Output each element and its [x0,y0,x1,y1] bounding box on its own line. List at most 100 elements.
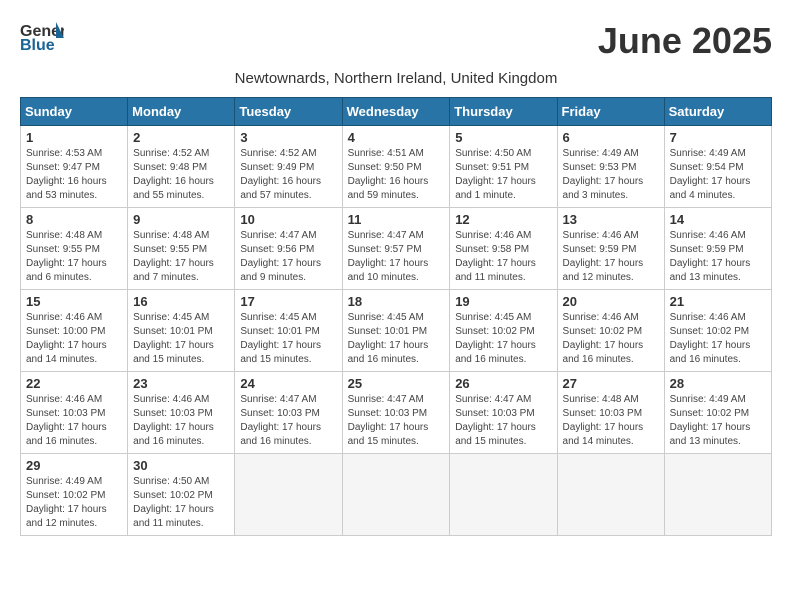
day-info: Sunrise: 4:49 AMSunset: 10:02 PMDaylight… [26,475,122,531]
calendar-cell: 20Sunrise: 4:46 AMSunset: 10:02 PMDaylig… [557,290,664,372]
calendar-table: SundayMondayTuesdayWednesdayThursdayFrid… [20,97,772,536]
day-number: 10 [240,212,336,227]
calendar-cell: 8 Sunrise: 4:48 AMSunset: 9:55 PMDaylight… [21,208,128,290]
calendar-cell: 11 Sunrise: 4:47 AMSunset: 9:57 PMDayligh… [342,208,450,290]
header: General Blue June 2025 [20,20,772,62]
calendar-cell: 12 Sunrise: 4:46 AMSunset: 9:58 PMDayligh… [450,208,557,290]
calendar-cell: 13 Sunrise: 4:46 AMSunset: 9:59 PMDayligh… [557,208,664,290]
day-info: Sunrise: 4:48 AMSunset: 9:55 PMDaylight:… [133,229,229,285]
calendar-cell: 4 Sunrise: 4:51 AMSunset: 9:50 PMDaylight… [342,126,450,208]
day-info: Sunrise: 4:49 AMSunset: 10:02 PMDaylight… [670,393,766,449]
day-number: 23 [133,376,229,391]
calendar-cell: 24Sunrise: 4:47 AMSunset: 10:03 PMDaylig… [235,372,342,454]
day-number: 28 [670,376,766,391]
calendar-cell: 19Sunrise: 4:45 AMSunset: 10:02 PMDaylig… [450,290,557,372]
day-number: 21 [670,294,766,309]
calendar-header-row: SundayMondayTuesdayWednesdayThursdayFrid… [21,98,772,126]
header-sunday: Sunday [21,98,128,126]
day-info: Sunrise: 4:47 AMSunset: 10:03 PMDaylight… [348,393,445,449]
calendar-cell: 23Sunrise: 4:46 AMSunset: 10:03 PMDaylig… [128,372,235,454]
logo: General Blue [20,20,64,54]
calendar-cell [235,454,342,536]
day-info: Sunrise: 4:47 AMSunset: 10:03 PMDaylight… [240,393,336,449]
calendar-cell: 17 Sunrise: 4:45 AMSunset: 10:01 PMDaylig… [235,290,342,372]
calendar-week-4: 22 Sunrise: 4:46 AMSunset: 10:03 PMDaylig… [21,372,772,454]
day-info: Sunrise: 4:45 AMSunset: 10:01 PMDaylight… [348,311,445,367]
calendar-cell: 14Sunrise: 4:46 AMSunset: 9:59 PMDayligh… [664,208,771,290]
day-number: 18 [348,294,445,309]
day-info: Sunrise: 4:48 AMSunset: 10:03 PMDaylight… [563,393,659,449]
day-info: Sunrise: 4:52 AMSunset: 9:49 PMDaylight:… [240,147,336,203]
day-info: Sunrise: 4:52 AMSunset: 9:48 PMDaylight:… [133,147,229,203]
day-info: Sunrise: 4:49 AMSunset: 9:54 PMDaylight:… [670,147,766,203]
calendar-cell: 7 Sunrise: 4:49 AMSunset: 9:54 PMDaylight… [664,126,771,208]
logo-icon: General Blue [20,20,64,54]
day-info: Sunrise: 4:46 AMSunset: 10:02 PMDaylight… [670,311,766,367]
day-info: Sunrise: 4:46 AMSunset: 9:58 PMDaylight:… [455,229,551,285]
calendar-cell: 10 Sunrise: 4:47 AMSunset: 9:56 PMDayligh… [235,208,342,290]
day-info: Sunrise: 4:51 AMSunset: 9:50 PMDaylight:… [348,147,445,203]
day-number: 4 [348,130,445,145]
day-number: 20 [563,294,659,309]
header-saturday: Saturday [664,98,771,126]
calendar-cell: 9Sunrise: 4:48 AMSunset: 9:55 PMDaylight… [128,208,235,290]
day-info: Sunrise: 4:50 AMSunset: 10:02 PMDaylight… [133,475,229,531]
day-info: Sunrise: 4:48 AMSunset: 9:55 PMDaylight:… [26,229,122,285]
svg-text:Blue: Blue [20,37,55,54]
day-number: 14 [670,212,766,227]
day-number: 12 [455,212,551,227]
calendar-cell [342,454,450,536]
day-number: 17 [240,294,336,309]
day-number: 27 [563,376,659,391]
calendar-cell: 25 Sunrise: 4:47 AMSunset: 10:03 PMDaylig… [342,372,450,454]
day-number: 11 [348,212,445,227]
day-number: 29 [26,458,122,473]
subtitle: Newtownards, Northern Ireland, United Ki… [20,70,772,87]
calendar-cell [557,454,664,536]
calendar-week-5: 29 Sunrise: 4:49 AMSunset: 10:02 PMDaylig… [21,454,772,536]
calendar-cell: 15Sunrise: 4:46 AMSunset: 10:00 PMDaylig… [21,290,128,372]
day-info: Sunrise: 4:53 AMSunset: 9:47 PMDaylight:… [26,147,122,203]
day-number: 3 [240,130,336,145]
header-thursday: Thursday [450,98,557,126]
day-info: Sunrise: 4:47 AMSunset: 9:57 PMDaylight:… [348,229,445,285]
calendar-week-1: 1 Sunrise: 4:53 AMSunset: 9:47 PMDaylight… [21,126,772,208]
day-number: 13 [563,212,659,227]
day-info: Sunrise: 4:49 AMSunset: 9:53 PMDaylight:… [563,147,659,203]
day-info: Sunrise: 4:45 AMSunset: 10:01 PMDaylight… [240,311,336,367]
day-info: Sunrise: 4:45 AMSunset: 10:01 PMDaylight… [133,311,229,367]
calendar-week-3: 15Sunrise: 4:46 AMSunset: 10:00 PMDaylig… [21,290,772,372]
month-title: June 2025 [598,20,772,62]
day-info: Sunrise: 4:46 AMSunset: 9:59 PMDaylight:… [563,229,659,285]
day-number: 30 [133,458,229,473]
calendar-cell: 18 Sunrise: 4:45 AMSunset: 10:01 PMDaylig… [342,290,450,372]
calendar-cell: 6Sunrise: 4:49 AMSunset: 9:53 PMDaylight… [557,126,664,208]
day-number: 1 [26,130,122,145]
calendar-cell: 26 Sunrise: 4:47 AMSunset: 10:03 PMDaylig… [450,372,557,454]
calendar-cell: 21 Sunrise: 4:46 AMSunset: 10:02 PMDaylig… [664,290,771,372]
header-monday: Monday [128,98,235,126]
day-info: Sunrise: 4:45 AMSunset: 10:02 PMDaylight… [455,311,551,367]
day-number: 22 [26,376,122,391]
calendar-cell: 30 Sunrise: 4:50 AMSunset: 10:02 PMDaylig… [128,454,235,536]
day-info: Sunrise: 4:46 AMSunset: 10:00 PMDaylight… [26,311,122,367]
calendar-cell: 2Sunrise: 4:52 AMSunset: 9:48 PMDaylight… [128,126,235,208]
calendar-cell: 22 Sunrise: 4:46 AMSunset: 10:03 PMDaylig… [21,372,128,454]
day-number: 8 [26,212,122,227]
day-info: Sunrise: 4:47 AMSunset: 10:03 PMDaylight… [455,393,551,449]
header-friday: Friday [557,98,664,126]
day-number: 25 [348,376,445,391]
calendar-cell: 28 Sunrise: 4:49 AMSunset: 10:02 PMDaylig… [664,372,771,454]
day-number: 7 [670,130,766,145]
calendar-cell [664,454,771,536]
calendar-cell: 3 Sunrise: 4:52 AMSunset: 9:49 PMDaylight… [235,126,342,208]
day-number: 26 [455,376,551,391]
header-wednesday: Wednesday [342,98,450,126]
header-tuesday: Tuesday [235,98,342,126]
calendar-cell: 1 Sunrise: 4:53 AMSunset: 9:47 PMDaylight… [21,126,128,208]
calendar-cell: 29 Sunrise: 4:49 AMSunset: 10:02 PMDaylig… [21,454,128,536]
calendar-cell: 27 Sunrise: 4:48 AMSunset: 10:03 PMDaylig… [557,372,664,454]
day-info: Sunrise: 4:47 AMSunset: 9:56 PMDaylight:… [240,229,336,285]
day-info: Sunrise: 4:46 AMSunset: 10:03 PMDaylight… [26,393,122,449]
calendar-cell [450,454,557,536]
